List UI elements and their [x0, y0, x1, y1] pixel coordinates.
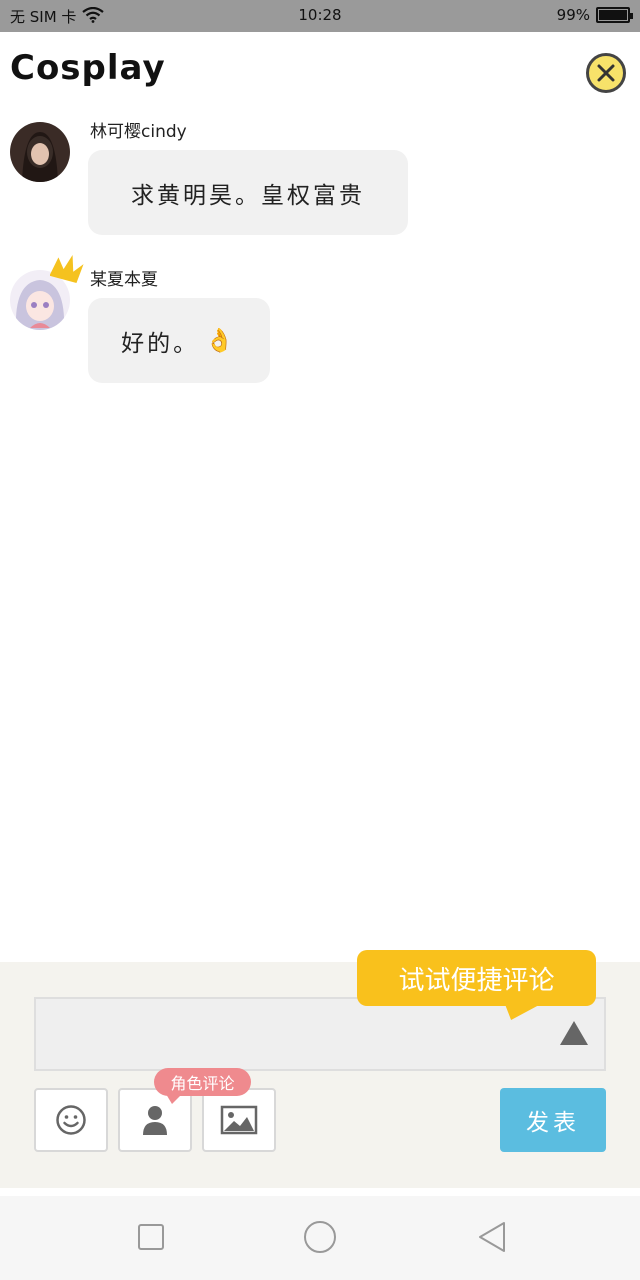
recent-apps-button[interactable]: [137, 1223, 165, 1255]
back-triangle-icon: [479, 1222, 505, 1252]
crown-icon: [49, 252, 84, 288]
smiley-icon: [56, 1105, 86, 1135]
role-comment-tip-label: 角色评论: [170, 1074, 235, 1093]
status-bar: 无 SIM 卡 10:28 99%: [0, 0, 640, 32]
send-button[interactable]: 发表: [500, 1088, 606, 1152]
square-icon: [138, 1224, 164, 1250]
circle-icon: [304, 1221, 336, 1253]
person-icon: [143, 1106, 167, 1135]
image-button[interactable]: [202, 1088, 276, 1152]
status-right: 99%: [556, 6, 633, 24]
system-nav-bar: [0, 1196, 640, 1280]
ok-hand-emoji: 👌: [205, 328, 237, 354]
battery-percent: 99%: [556, 6, 590, 24]
message-bubble: 好的。 👌: [88, 298, 270, 383]
close-icon: [597, 64, 615, 82]
quick-comment-tip-label: 试试便捷评论: [398, 965, 555, 996]
comment-input-area: 试试便捷评论 角色评论 发表: [0, 950, 640, 1188]
page-title: Cosplay: [10, 48, 166, 88]
message-bubble: 求黄明昊。皇权富贵: [88, 150, 408, 235]
username: 某夏本夏: [90, 270, 158, 290]
clock: 10:28: [298, 6, 342, 24]
back-button[interactable]: [476, 1220, 508, 1258]
role-comment-tip: 角色评论: [154, 1068, 251, 1104]
image-icon: [220, 1105, 258, 1135]
message-text: 求黄明昊。皇权富贵: [131, 182, 365, 209]
expand-quick-comment-icon[interactable]: [560, 1021, 588, 1045]
quick-comment-tip[interactable]: 试试便捷评论: [357, 950, 596, 1006]
emoji-button[interactable]: [34, 1088, 108, 1152]
close-button[interactable]: [586, 53, 626, 93]
message-text: 好的。: [121, 330, 200, 357]
home-button[interactable]: [303, 1220, 337, 1258]
avatar[interactable]: [10, 122, 70, 182]
username: 林可樱cindy: [90, 122, 187, 142]
send-button-label: 发表: [526, 1110, 580, 1136]
battery-icon: [596, 7, 633, 23]
